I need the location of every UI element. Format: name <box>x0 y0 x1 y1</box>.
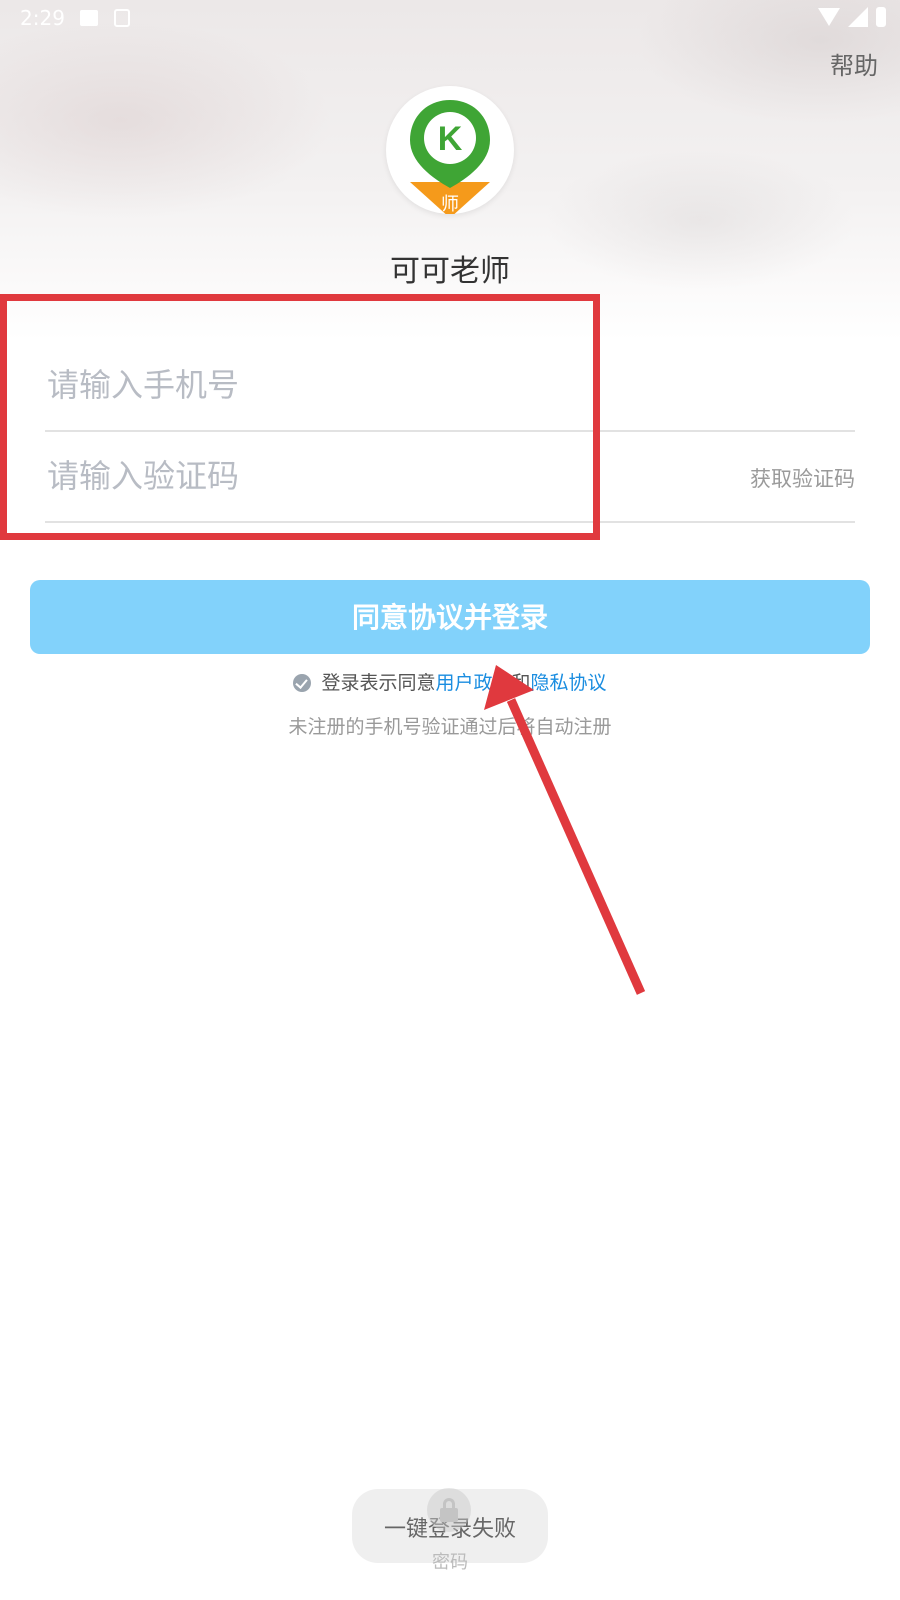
logo-badge-text: 师 <box>441 194 459 214</box>
status-bar: 2:29 <box>0 0 900 36</box>
app-name: 可可老师 <box>390 254 510 289</box>
privacy-policy-link[interactable]: 隐私协议 <box>531 672 607 694</box>
location-pin-icon: K 师 <box>410 100 490 214</box>
help-link[interactable]: 帮助 <box>830 46 878 81</box>
signal-icon <box>848 7 868 27</box>
password-login-label[interactable]: 密码 <box>0 1548 900 1574</box>
annotation-highlight-box <box>0 294 600 540</box>
wifi-icon <box>818 8 840 26</box>
battery-icon <box>876 7 886 27</box>
logo-letter: K <box>438 120 463 158</box>
agreement-prefix: 登录表示同意 <box>321 672 436 694</box>
agreement-and: 和 <box>511 672 531 694</box>
login-button[interactable]: 同意协议并登录 <box>30 580 870 654</box>
status-time: 2:29 <box>20 6 65 30</box>
status-indicators <box>818 7 886 27</box>
register-note: 未注册的手机号验证通过后将自动注册 <box>288 716 612 738</box>
check-icon[interactable] <box>293 674 312 692</box>
lock-icon[interactable] <box>427 1488 471 1532</box>
user-policy-link[interactable]: 用户政策 <box>435 672 511 694</box>
image-icon <box>80 10 98 26</box>
a-icon <box>114 9 130 27</box>
get-code-button[interactable]: 获取验证码 <box>750 463 855 493</box>
app-logo: K 师 <box>386 86 514 214</box>
agreement-row: 登录表示同意用户政策和隐私协议 <box>0 668 900 695</box>
